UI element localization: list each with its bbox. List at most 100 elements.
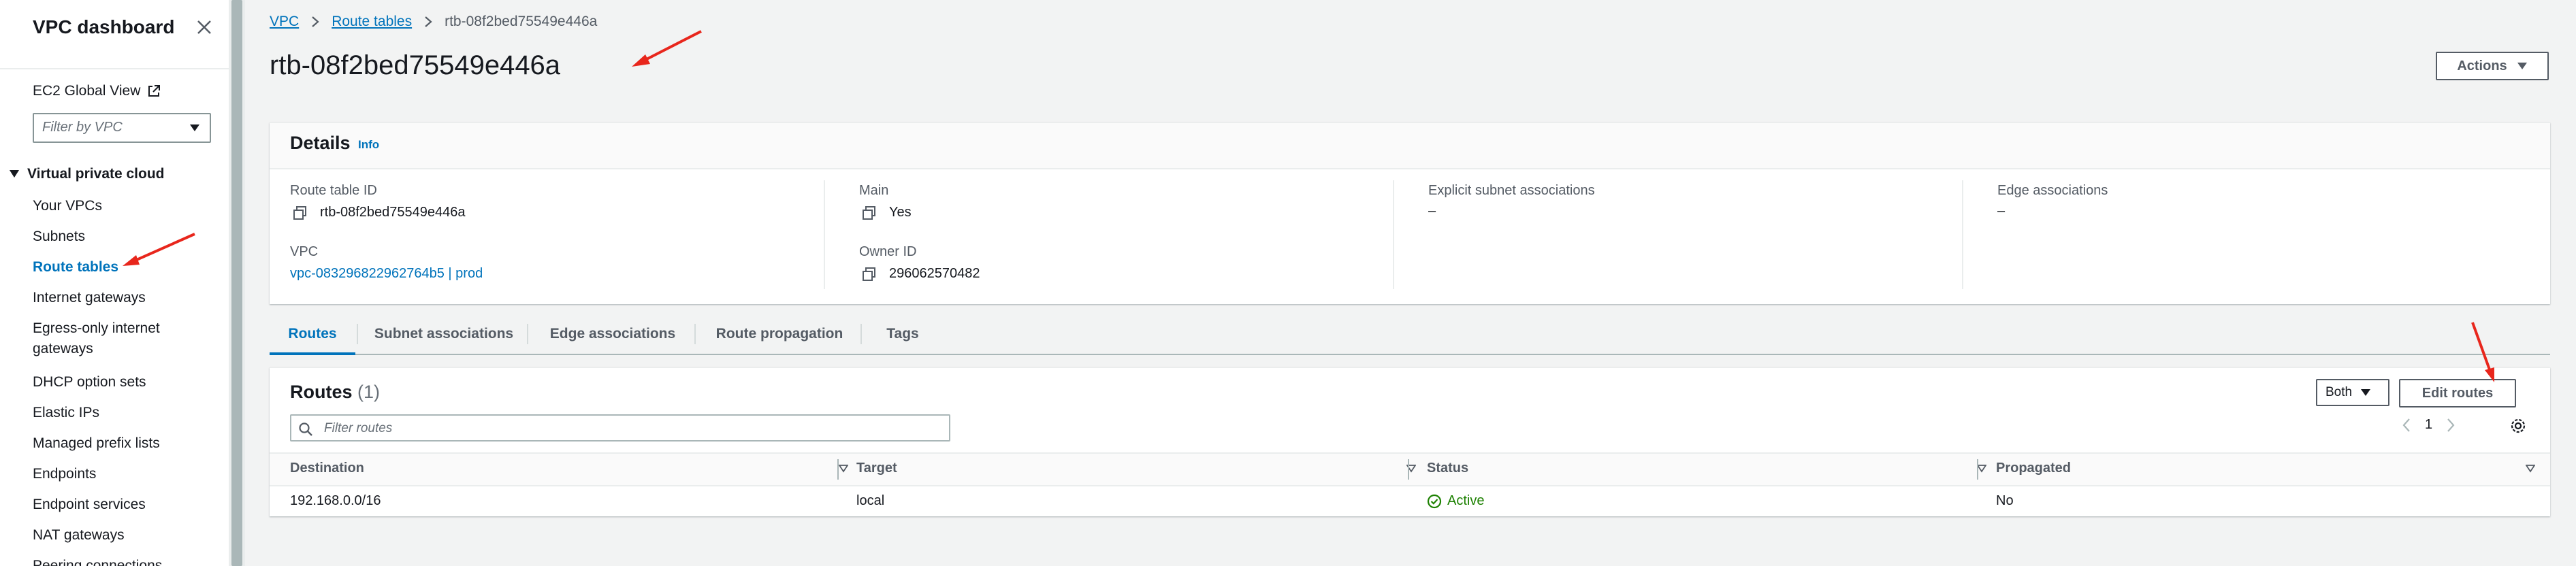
cell-propagated: No [1996, 493, 2014, 508]
caret-down-icon[interactable] [839, 465, 848, 473]
copy-icon[interactable] [862, 267, 877, 282]
both-select-label: Both [2325, 385, 2353, 399]
sidebar-item-internet-gateways[interactable]: Internet gateways [33, 288, 196, 308]
route-table-id-value: rtb-08f2bed75549e446a [293, 205, 466, 220]
route-table-id-text: rtb-08f2bed75549e446a [320, 205, 466, 220]
edge-associations-label: Edge associations [1997, 183, 2108, 198]
tab-bar: Routes Subnet associations Edge associat… [270, 314, 2550, 355]
sidebar: VPC dashboard EC2 Global View Filter by … [0, 0, 229, 566]
status-active-text: Active [1447, 493, 1485, 508]
routes-title-text: Routes [290, 382, 353, 402]
sidebar-item-your-vpcs[interactable]: Your VPCs [33, 196, 196, 216]
filter-routes-placeholder: Filter routes [324, 421, 393, 435]
sidebar-item-peering-connections[interactable]: Peering connections [33, 556, 196, 566]
sidebar-item-subnets[interactable]: Subnets [33, 227, 196, 247]
main-content: VPC Route tables rtb-08f2bed75549e446a r… [245, 0, 2576, 566]
owner-id-value: 296062570482 [862, 266, 980, 282]
pagination: 1 [2402, 417, 2456, 433]
copy-icon[interactable] [862, 205, 877, 220]
caret-down-icon[interactable] [1977, 465, 1986, 473]
main-label: Main [859, 183, 889, 198]
tab-separator [694, 324, 696, 344]
filter-routes-input[interactable]: Filter routes [290, 414, 950, 442]
cell-target: local [856, 493, 885, 508]
sidebar-item-nat-gateways[interactable]: NAT gateways [33, 525, 196, 546]
caret-down-icon [189, 124, 200, 132]
vpc-filter-select[interactable]: Filter by VPC [33, 113, 211, 143]
external-link-icon [147, 84, 161, 98]
edit-routes-button[interactable]: Edit routes [2399, 379, 2516, 407]
sidebar-item-endpoint-services[interactable]: Endpoint services [33, 495, 196, 515]
caret-down-icon [2361, 389, 2371, 396]
check-circle-icon [1427, 494, 1442, 508]
chevron-left-icon[interactable] [2402, 418, 2411, 433]
details-panel: Details Info Route table ID rtb-08f2bed7… [270, 122, 2550, 304]
sidebar-item-elastic-ips[interactable]: Elastic IPs [33, 403, 196, 423]
sidebar-item-route-tables[interactable]: Route tables [33, 257, 196, 278]
page-number[interactable]: 1 [2425, 417, 2432, 433]
sidebar-divider [0, 68, 229, 69]
table-row[interactable]: 192.168.0.0/16 local Active No [270, 485, 2550, 516]
owner-id-label: Owner ID [859, 244, 917, 259]
tab-tags[interactable]: Tags [866, 314, 939, 354]
both-select[interactable]: Both [2316, 379, 2389, 406]
sidebar-title: VPC dashboard [33, 16, 175, 37]
sidebar-item-dhcp-option-sets[interactable]: DHCP option sets [33, 372, 196, 393]
cell-destination: 192.168.0.0/16 [290, 493, 381, 508]
actions-button[interactable]: Actions [2436, 52, 2549, 80]
search-icon [299, 422, 312, 436]
column-header-status[interactable]: Status [1427, 461, 1468, 476]
details-header: Details Info [270, 123, 2550, 169]
chevron-right-icon [425, 16, 432, 27]
sidebar-scrollbar[interactable] [231, 0, 242, 566]
routes-panel: Routes (1) Both Edit routes Filter route… [270, 367, 2550, 516]
caret-down-icon[interactable] [2526, 465, 2535, 473]
ec2-global-view-label: EC2 Global View [33, 83, 141, 99]
vpc-filter-placeholder: Filter by VPC [42, 120, 123, 135]
owner-id-text: 296062570482 [889, 266, 980, 281]
main-value: Yes [862, 205, 912, 220]
routes-count: (1) [357, 382, 381, 402]
tab-edge-associations[interactable]: Edge associations [532, 314, 693, 354]
route-table-id-label: Route table ID [290, 183, 377, 198]
tab-subnet-associations[interactable]: Subnet associations [362, 314, 526, 354]
column-divider [824, 180, 825, 289]
sidebar-item-egress-only-internet-gateways[interactable]: Egress-only internet gateways [33, 318, 182, 359]
copy-icon[interactable] [293, 205, 308, 220]
caret-down-icon [10, 170, 19, 178]
tab-route-propagation[interactable]: Route propagation [700, 314, 859, 354]
routes-table-header: Destination Target Status Propagated [270, 452, 2550, 486]
chevron-right-icon[interactable] [2446, 418, 2456, 433]
close-icon[interactable] [196, 19, 212, 35]
main-text: Yes [889, 205, 912, 220]
sidebar-item-endpoints[interactable]: Endpoints [33, 464, 196, 484]
breadcrumb: VPC Route tables rtb-08f2bed75549e446a [270, 14, 597, 30]
column-header-propagated[interactable]: Propagated [1996, 461, 2071, 476]
tab-separator [357, 324, 358, 344]
page-title: rtb-08f2bed75549e446a [270, 50, 561, 80]
info-link[interactable]: Info [358, 138, 379, 152]
tab-routes[interactable]: Routes [270, 314, 355, 355]
cell-status: Active [1427, 493, 1484, 509]
routes-title: Routes (1) [290, 382, 380, 403]
explicit-subnet-associations-label: Explicit subnet associations [1428, 183, 1595, 198]
breadcrumb-current: rtb-08f2bed75549e446a [445, 14, 598, 29]
sidebar-item-ec2-global-view[interactable]: EC2 Global View [33, 82, 161, 101]
column-header-target[interactable]: Target [856, 461, 897, 476]
column-divider [1393, 180, 1394, 289]
vpc-link[interactable]: vpc-083296822962764b5 | prod [290, 266, 483, 282]
tab-separator [527, 324, 528, 344]
column-header-destination[interactable]: Destination [290, 461, 364, 476]
column-divider [1962, 180, 1963, 289]
sidebar-header: VPC dashboard [33, 14, 212, 41]
tab-separator [860, 324, 862, 344]
chevron-right-icon [312, 16, 319, 27]
gear-icon[interactable] [2509, 417, 2527, 435]
breadcrumb-vpc[interactable]: VPC [270, 14, 299, 30]
sidebar-section-virtual-private-cloud[interactable]: Virtual private cloud [10, 166, 165, 182]
breadcrumb-route-tables[interactable]: Route tables [332, 14, 412, 30]
vpc-value: vpc-083296822962764b5 | prod [290, 266, 483, 282]
sidebar-item-managed-prefix-lists[interactable]: Managed prefix lists [33, 433, 196, 454]
explicit-subnet-associations-value: – [1428, 203, 1436, 218]
column-divider [1977, 459, 1978, 480]
